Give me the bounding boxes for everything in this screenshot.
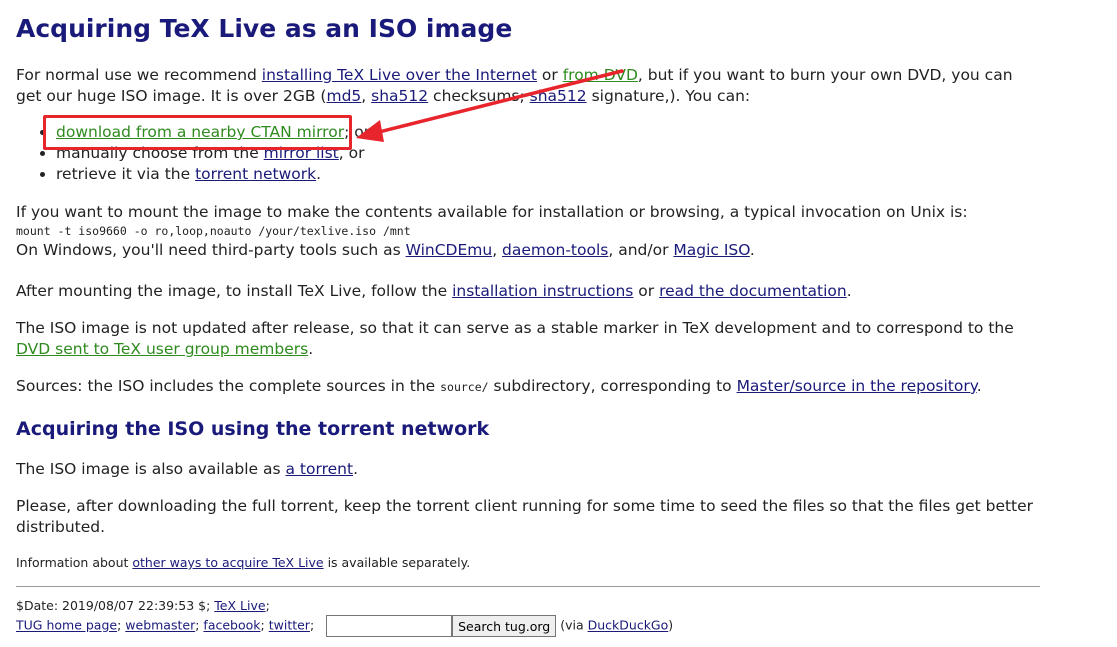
torrent-text-prefix: The ISO image is also available as [16,460,286,478]
link-tex-live[interactable]: TeX Live [214,598,265,613]
torrent-text-suffix: . [353,460,358,478]
link-installation-instructions[interactable]: installation instructions [452,282,633,300]
footer: $Date: 2019/08/07 22:39:53 $; TeX Live; … [16,597,1041,637]
link-facebook[interactable]: facebook [203,618,260,633]
install-paragraph: After mounting the image, to install TeX… [16,281,1041,302]
windows-end: . [749,241,755,259]
link-install-internet[interactable]: installing TeX Live over the Internet [262,66,537,84]
windows-sep-2: , and/or [608,241,674,259]
other-ways-paragraph: Information about other ways to acquire … [16,554,1041,572]
search-button[interactable]: Search tug.org [452,615,557,637]
link-webmaster[interactable]: webmaster [125,618,195,633]
footer-line-2: TUG home page; webmaster; facebook; twit… [16,615,1041,637]
stable-text-2: . [308,340,314,358]
link-duckduckgo[interactable]: DuckDuckGo [588,618,669,633]
link-md5[interactable]: md5 [326,87,361,105]
link-torrent-network[interactable]: torrent network [195,165,316,183]
install-text-3: . [846,282,852,300]
intro-text-5: checksums; [428,87,530,105]
footer-semicolon: ; [265,598,270,613]
footer-sep: ; [117,617,122,633]
option-3-suffix: . [316,165,322,183]
intro-paragraph: For normal use we recommend installing T… [16,65,1041,107]
search-input[interactable] [326,615,453,637]
footer-line-1: $Date: 2019/08/07 22:39:53 $; TeX Live; [16,597,1041,615]
link-tug-home-page[interactable]: TUG home page [16,618,117,633]
footer-sep: ; [195,617,200,633]
link-master-source-repo[interactable]: Master/source in the repository [737,377,977,395]
via-suffix: ) [668,617,674,633]
date-stamp: $Date: 2019/08/07 22:39:53 $; [16,598,215,613]
link-sha512-signature[interactable]: sha512 [530,87,587,105]
windows-sep-1: , [492,241,503,259]
link-wincdemu[interactable]: WinCDEmu [406,241,493,259]
intro-text-1: For normal use we recommend [16,66,262,84]
other-ways-prefix: Information about [16,555,133,570]
mount-paragraph: If you want to mount the image to make t… [16,202,1041,261]
sources-text-1: Sources: the ISO includes the complete s… [16,377,441,395]
intro-text-2: or [536,66,563,84]
footer-divider [16,586,1040,587]
list-item: retrieve it via the torrent network. [56,164,370,185]
annotation-highlight-box [43,115,352,150]
stable-text-1: The ISO image is not updated after relea… [16,319,1014,337]
link-daemon-tools[interactable]: daemon-tools [502,241,608,259]
intro-text-4: , [361,87,372,105]
link-from-dvd[interactable]: from DVD [563,66,638,84]
link-a-torrent[interactable]: a torrent [286,460,354,478]
stable-paragraph: The ISO image is not updated after relea… [16,318,1041,360]
windows-text: On Windows, you'll need third-party tool… [16,241,406,259]
torrent-paragraph: The ISO image is also available as a tor… [16,459,1041,480]
footer-sep: ; [260,617,265,633]
sources-paragraph: Sources: the ISO includes the complete s… [16,376,1041,398]
via-prefix: (via [556,617,588,633]
option-3-prefix: retrieve it via the [56,165,196,183]
link-other-ways[interactable]: other ways to acquire TeX Live [132,555,323,570]
install-text-2: or [633,282,660,300]
install-text-1: After mounting the image, to install TeX… [16,282,453,300]
torrent-section-heading: Acquiring the ISO using the torrent netw… [16,418,490,440]
footer-sep: ; [309,617,315,633]
sources-text-3: . [976,377,982,395]
mount-intro-text: If you want to mount the image to make t… [16,203,968,221]
other-ways-suffix: is available separately. [323,555,471,570]
link-twitter[interactable]: twitter [269,618,310,633]
intro-text-6: signature,). You can: [586,87,751,105]
link-magic-iso[interactable]: Magic ISO [673,241,749,259]
source-dir-code: source/ [440,380,489,394]
link-dvd-members[interactable]: DVD sent to TeX user group members [16,340,308,358]
page-title: Acquiring TeX Live as an ISO image [16,14,513,43]
mount-command: mount -t iso9660 -o ro,loop,noauto /your… [16,224,411,238]
sources-text-2: subdirectory, corresponding to [488,377,737,395]
seed-paragraph: Please, after downloading the full torre… [16,497,1034,536]
link-sha512[interactable]: sha512 [371,87,428,105]
link-read-documentation[interactable]: read the documentation [659,282,847,300]
